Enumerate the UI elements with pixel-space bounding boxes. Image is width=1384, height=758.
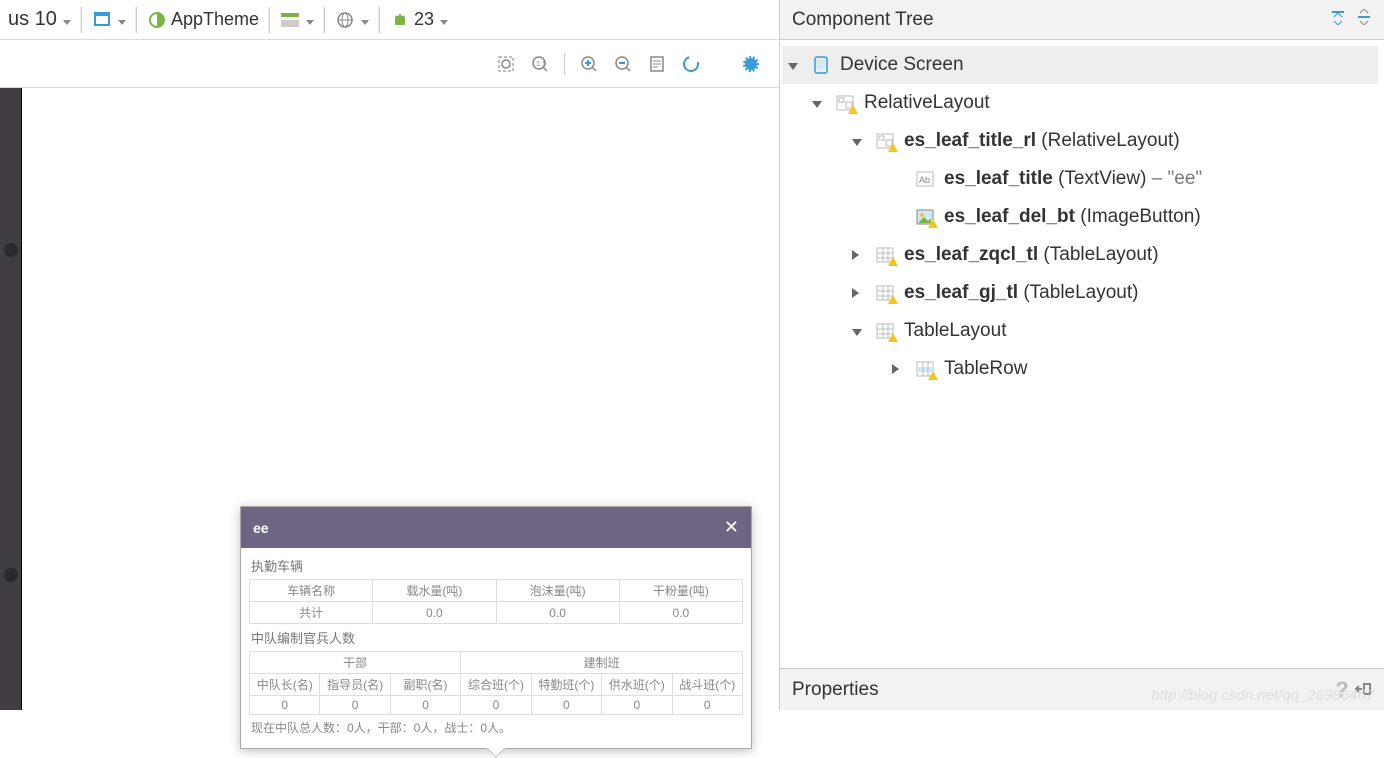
- layout-icon: [280, 10, 300, 30]
- gear-icon: [743, 56, 759, 72]
- popup-titlebar: ee ✕: [241, 507, 751, 548]
- properties-header: Properties ? http://blog.csdn.net/qq_269…: [780, 668, 1384, 710]
- expand-toggle[interactable]: [892, 358, 906, 380]
- component-tree[interactable]: Device Screen RelativeLayout es_leaf_tit…: [780, 40, 1384, 668]
- popup-body: 执勤车辆 车辆名称 载水量(吨) 泡沫量(吨) 干粉量(吨) 共计 0.0 0.…: [241, 548, 751, 748]
- node-label: es_leaf_gj_tl (TableLayout): [904, 282, 1138, 304]
- tree-node-zqcl-table[interactable]: es_leaf_zqcl_tl (TableLayout): [782, 236, 1378, 274]
- node-label: TableLayout: [904, 320, 1006, 342]
- table-row: 中队长(名)指导员(名)副职(名) 综合班(个)特勤班(个)供水班(个)战斗班(…: [250, 674, 743, 696]
- separator: [379, 7, 380, 33]
- orientation-icon: [92, 10, 112, 30]
- orientation-selector[interactable]: [88, 7, 130, 32]
- structure-pane: Component Tree Device Screen RelativeLay…: [780, 0, 1384, 710]
- vehicles-table: 车辆名称 载水量(吨) 泡沫量(吨) 干粉量(吨) 共计 0.0 0.0 0.0: [249, 579, 743, 624]
- tree-node-title-rl[interactable]: es_leaf_title_rl (RelativeLayout): [782, 122, 1378, 160]
- tree-root[interactable]: Device Screen: [782, 46, 1378, 84]
- separator: [136, 7, 137, 33]
- tablelayout-icon: [874, 322, 896, 340]
- tablerow-icon: [914, 360, 936, 378]
- expand-toggle[interactable]: [852, 244, 866, 266]
- canvas-gutter: [0, 88, 22, 710]
- node-label: RelativeLayout: [864, 92, 990, 114]
- settings-button[interactable]: [737, 50, 765, 78]
- tree-node-relativelayout[interactable]: RelativeLayout: [782, 84, 1378, 122]
- api-selector[interactable]: 23: [386, 7, 452, 32]
- expand-toggle[interactable]: [852, 130, 866, 152]
- layout-icon: [834, 94, 856, 112]
- android-icon: [390, 10, 410, 30]
- layout-icon: [874, 132, 896, 150]
- expand-toggle[interactable]: [812, 92, 826, 114]
- tablelayout-icon: [874, 246, 896, 264]
- theme-icon: [147, 10, 167, 30]
- panel-title: Properties: [792, 679, 879, 701]
- tree-node-tablelayout[interactable]: TableLayout: [782, 312, 1378, 350]
- separator: [564, 53, 565, 75]
- svg-text:1:1: 1:1: [536, 61, 546, 68]
- globe-icon: [335, 10, 355, 30]
- tree-node-title-textview[interactable]: Ab es_leaf_title (TextView) – "ee": [782, 160, 1378, 198]
- gutter-marker: [4, 568, 18, 582]
- expand-icon[interactable]: [1356, 9, 1372, 31]
- textview-icon: Ab: [914, 170, 936, 188]
- personnel-table: 干部 建制班 中队长(名)指导员(名)副职(名) 综合班(个)特勤班(个)供水班…: [249, 651, 743, 715]
- canvas-body: ee ✕ 执勤车辆 车辆名称 载水量(吨) 泡沫量(吨) 干粉量(吨) 共计: [22, 88, 779, 710]
- separator: [81, 7, 82, 33]
- refresh-icon: [680, 53, 702, 75]
- gutter-marker: [4, 243, 18, 257]
- section-title: 执勤车辆: [249, 552, 743, 579]
- theme-label: AppTheme: [171, 9, 259, 30]
- zoom-fit-button[interactable]: [492, 50, 520, 78]
- zoom-out-button[interactable]: [609, 50, 637, 78]
- device-selector[interactable]: us 10: [4, 6, 75, 33]
- toolbar-config: us 10 AppTheme: [0, 0, 779, 40]
- table-row: 干部 建制班: [250, 652, 743, 674]
- design-canvas[interactable]: ee ✕ 执勤车辆 车辆名称 载水量(吨) 泡沫量(吨) 干粉量(吨) 共计: [0, 88, 779, 710]
- zoom-actual-button[interactable]: 1:1: [526, 50, 554, 78]
- expand-toggle[interactable]: [788, 54, 802, 76]
- node-label: Device Screen: [840, 54, 964, 76]
- node-label: es_leaf_title_rl (RelativeLayout): [904, 130, 1180, 152]
- close-icon[interactable]: ✕: [724, 517, 739, 538]
- refresh-button[interactable]: [677, 50, 705, 78]
- svg-text:Ab: Ab: [919, 175, 930, 185]
- tree-node-gj-table[interactable]: es_leaf_gj_tl (TableLayout): [782, 274, 1378, 312]
- tree-node-del-button[interactable]: es_leaf_del_bt (ImageButton): [782, 198, 1378, 236]
- collapse-icon[interactable]: [1330, 9, 1346, 31]
- theme-selector[interactable]: AppTheme: [143, 7, 263, 32]
- popup-title-text: ee: [253, 520, 269, 536]
- table-row: 000 0000: [250, 696, 743, 715]
- panel-title: Component Tree: [792, 9, 934, 31]
- node-label: TableRow: [944, 358, 1027, 380]
- restore-icon[interactable]: [1354, 681, 1372, 702]
- help-icon[interactable]: ?: [1335, 677, 1348, 702]
- zoom-in-button[interactable]: [575, 50, 603, 78]
- expand-toggle[interactable]: [852, 320, 866, 342]
- layout-variant-selector[interactable]: [276, 7, 318, 32]
- api-label: 23: [414, 9, 434, 30]
- node-label: es_leaf_zqcl_tl (TableLayout): [904, 244, 1159, 266]
- toolbar-zoom: 1:1: [0, 40, 779, 88]
- tablelayout-icon: [874, 284, 896, 302]
- component-tree-header: Component Tree: [780, 0, 1384, 40]
- tree-node-tablerow[interactable]: TableRow: [782, 350, 1378, 388]
- design-pane: us 10 AppTheme: [0, 0, 780, 710]
- section-title: 中队编制官兵人数: [249, 624, 743, 651]
- node-label: es_leaf_del_bt (ImageButton): [944, 206, 1201, 228]
- table-row: 共计 0.0 0.0 0.0: [250, 602, 743, 624]
- device-icon: [810, 56, 832, 74]
- screenshot-button[interactable]: [643, 50, 671, 78]
- imagebutton-icon: [914, 208, 936, 226]
- layout-preview-popup[interactable]: ee ✕ 执勤车辆 车辆名称 载水量(吨) 泡沫量(吨) 干粉量(吨) 共计: [240, 506, 752, 749]
- popup-arrow-icon: [486, 748, 506, 758]
- summary-text: 现在中队总人数：0人，干部：0人，战士：0人。: [249, 715, 743, 740]
- node-label: es_leaf_title (TextView) – "ee": [944, 168, 1202, 190]
- table-row: 车辆名称 载水量(吨) 泡沫量(吨) 干粉量(吨): [250, 580, 743, 602]
- separator: [324, 7, 325, 33]
- expand-toggle[interactable]: [852, 282, 866, 304]
- locale-selector[interactable]: [331, 7, 373, 32]
- separator: [269, 7, 270, 33]
